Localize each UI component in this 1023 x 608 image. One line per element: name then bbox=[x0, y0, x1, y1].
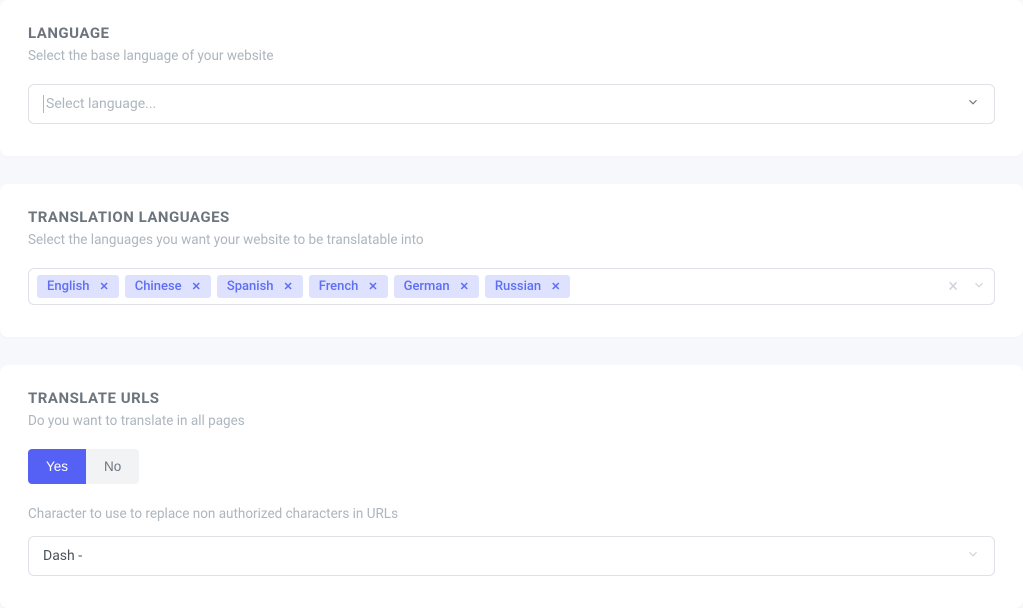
language-placeholder: Select language... bbox=[43, 95, 156, 113]
language-desc: Select the base language of your website bbox=[28, 48, 995, 64]
urls-q2: Character to use to replace non authoriz… bbox=[28, 506, 995, 522]
remove-chip-icon[interactable]: ✕ bbox=[368, 280, 377, 293]
toggle-no-button[interactable]: No bbox=[86, 449, 139, 484]
clear-all-icon[interactable]: × bbox=[940, 276, 966, 297]
url-char-select[interactable]: Dash - bbox=[28, 536, 995, 576]
language-chip: Spanish ✕ bbox=[217, 275, 303, 298]
urls-title: TRANSLATE URLS bbox=[28, 389, 995, 407]
chevron-down-icon bbox=[972, 278, 986, 296]
language-card: LANGUAGE Select the base language of you… bbox=[0, 0, 1023, 156]
toggle-yes-button[interactable]: Yes bbox=[28, 449, 86, 484]
language-chip: Chinese ✕ bbox=[125, 275, 211, 298]
language-chip: French ✕ bbox=[309, 275, 388, 298]
chip-label: German bbox=[404, 279, 450, 294]
remove-chip-icon[interactable]: ✕ bbox=[192, 280, 201, 293]
language-chip: Russian ✕ bbox=[485, 275, 571, 298]
language-chip: German ✕ bbox=[394, 275, 479, 298]
chip-label: Spanish bbox=[227, 279, 274, 294]
language-chip: English ✕ bbox=[37, 275, 119, 298]
translation-card: TRANSLATION LANGUAGES Select the languag… bbox=[0, 184, 1023, 337]
chevron-down-icon bbox=[966, 95, 980, 113]
language-select[interactable]: Select language... bbox=[28, 84, 995, 124]
remove-chip-icon[interactable]: ✕ bbox=[283, 280, 292, 293]
remove-chip-icon[interactable]: ✕ bbox=[100, 280, 109, 293]
chip-label: French bbox=[319, 279, 359, 294]
chevron-down-icon bbox=[966, 547, 980, 565]
chip-label: Russian bbox=[495, 279, 541, 294]
url-char-value: Dash - bbox=[43, 548, 82, 564]
urls-card: TRANSLATE URLS Do you want to translate … bbox=[0, 365, 1023, 608]
language-title: LANGUAGE bbox=[28, 24, 995, 42]
urls-q1: Do you want to translate in all pages bbox=[28, 413, 995, 429]
translate-all-toggle: Yes No bbox=[28, 449, 139, 484]
translation-desc: Select the languages you want your websi… bbox=[28, 232, 995, 248]
chip-label: English bbox=[47, 279, 90, 294]
translation-multiselect[interactable]: English✕Chinese✕Spanish✕French✕German✕Ru… bbox=[28, 268, 995, 305]
remove-chip-icon[interactable]: ✕ bbox=[551, 280, 560, 293]
chip-label: Chinese bbox=[135, 279, 182, 294]
translation-title: TRANSLATION LANGUAGES bbox=[28, 208, 995, 226]
remove-chip-icon[interactable]: ✕ bbox=[460, 280, 469, 293]
